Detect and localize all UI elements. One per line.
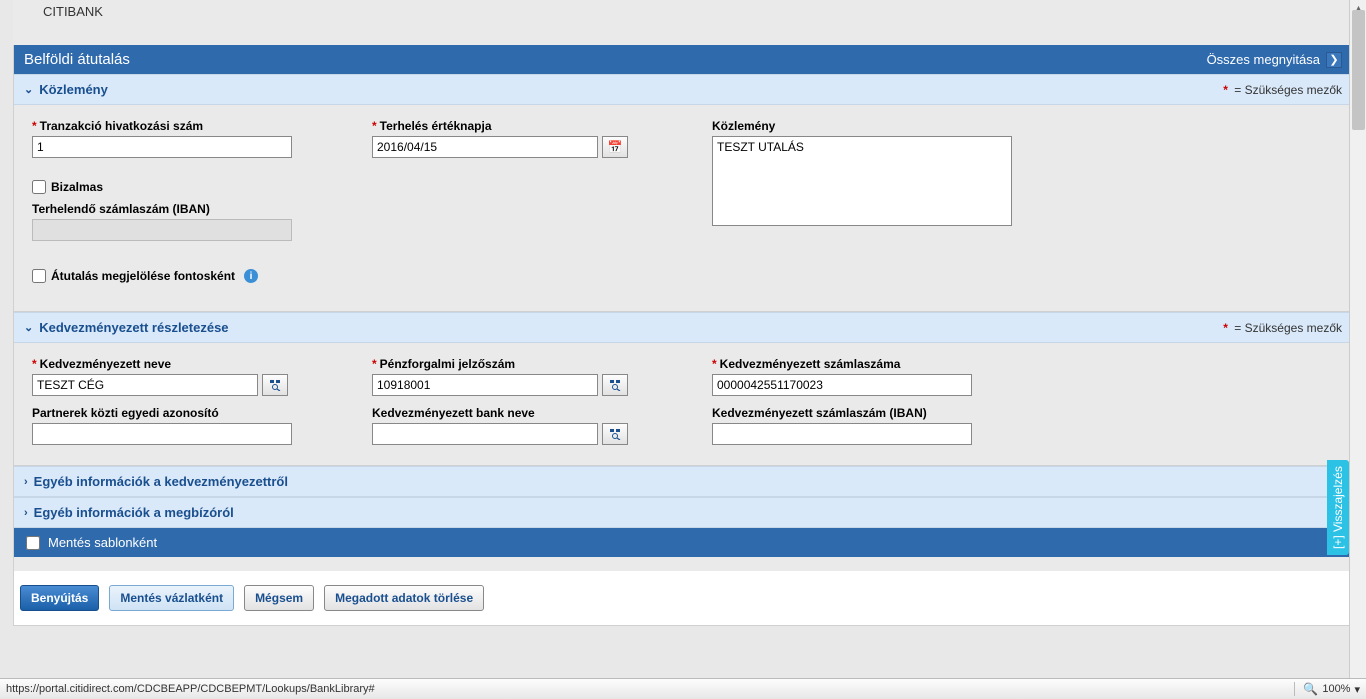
debit-iban-label: Terhelendő számlaszám (IBAN) <box>32 202 332 216</box>
calendar-icon[interactable]: 📅 <box>602 136 628 158</box>
partner-id-label: Partnerek közti egyedi azonosító <box>32 406 332 420</box>
mark-important-checkbox[interactable] <box>32 269 46 283</box>
required-fields-note: * = Szükséges mezők <box>1223 321 1342 335</box>
status-bar: https://portal.citidirect.com/CDCBEAPP/C… <box>0 678 1366 699</box>
chevron-down-icon: ⌄ <box>24 83 33 96</box>
chevron-right-icon: › <box>24 476 28 488</box>
cancel-button[interactable]: Mégsem <box>244 585 314 611</box>
section-title: Egyéb információk a kedvezményezettről <box>34 474 288 489</box>
status-url: https://portal.citidirect.com/CDCBEAPP/C… <box>6 683 375 695</box>
save-template-bar: Mentés sablonként <box>14 528 1352 557</box>
section-body-kozlemeny: *Tranzakció hivatkozási szám Bizalmas Te… <box>14 105 1352 312</box>
title-bar: Belföldi átutalás Összes megnyitása ❯ <box>14 45 1352 74</box>
section-title: Közlemény <box>39 82 108 97</box>
debit-date-input[interactable] <box>372 136 598 158</box>
bene-iban-input[interactable] <box>712 423 972 445</box>
debit-iban-input <box>32 219 292 241</box>
section-title: Kedvezményezett részletezése <box>39 320 228 335</box>
section-header-kedvezmenyezett[interactable]: ⌄ Kedvezményezett részletezése * = Szüks… <box>14 312 1352 343</box>
page-title: Belföldi átutalás <box>24 51 130 68</box>
bene-bank-name-input[interactable] <box>372 423 598 445</box>
save-template-label: Mentés sablonként <box>48 535 157 550</box>
bene-iban-label: Kedvezményezett számlaszám (IBAN) <box>712 406 1012 420</box>
submit-button[interactable]: Benyújtás <box>20 585 99 611</box>
asterisk-icon: * <box>1223 321 1228 335</box>
tr-ref-label: *Tranzakció hivatkozási szám <box>32 119 332 133</box>
save-template-checkbox[interactable] <box>26 536 40 550</box>
bene-bank-name-label: Kedvezményezett bank neve <box>372 406 672 420</box>
bank-code-input[interactable] <box>372 374 598 396</box>
mark-important-label: Átutalás megjelölése fontosként <box>51 269 235 283</box>
remarks-textarea[interactable] <box>712 136 1012 226</box>
bene-name-input[interactable] <box>32 374 258 396</box>
bene-name-label: *Kedvezményezett neve <box>32 357 332 371</box>
open-all-button[interactable]: Összes megnyitása ❯ <box>1207 52 1342 68</box>
chevron-right-icon: › <box>24 507 28 519</box>
magnifier-icon: 🔍 <box>1303 682 1318 696</box>
chevron-down-icon: ⌄ <box>24 321 33 334</box>
remarks-label: Közlemény <box>712 119 1012 133</box>
zoom-value: 100% <box>1322 683 1350 695</box>
section-header-egyeb-megbizo[interactable]: › Egyéb információk a megbízóról <box>14 497 1352 528</box>
debit-date-label: *Terhelés értéknapja <box>372 119 672 133</box>
feedback-tab[interactable]: [+] Visszajelzés <box>1327 460 1349 555</box>
lookup-icon[interactable] <box>262 374 288 396</box>
clear-button[interactable]: Megadott adatok törlése <box>324 585 484 611</box>
lookup-icon[interactable] <box>602 423 628 445</box>
lookup-icon[interactable] <box>602 374 628 396</box>
top-area: CITIBANK <box>13 0 1353 45</box>
bank-name-label: CITIBANK <box>43 4 103 19</box>
partner-id-input[interactable] <box>32 423 292 445</box>
required-fields-note: * = Szükséges mezők <box>1223 83 1342 97</box>
button-bar: Benyújtás Mentés vázlatként Mégsem Megad… <box>14 571 1352 625</box>
zoom-dropdown-icon[interactable]: ▾ <box>1354 683 1360 696</box>
section-header-egyeb-kedv[interactable]: › Egyéb információk a kedvezményezettről <box>14 466 1352 497</box>
bene-acct-input[interactable] <box>712 374 972 396</box>
confidential-checkbox[interactable] <box>32 180 46 194</box>
zoom-control[interactable]: 🔍 100% ▾ <box>1294 682 1360 696</box>
section-body-kedvezmenyezett: *Kedvezményezett neve Partnerek közti eg… <box>14 343 1352 466</box>
scroll-thumb[interactable] <box>1352 10 1365 130</box>
bene-acct-label: *Kedvezményezett számlaszáma <box>712 357 1012 371</box>
info-icon[interactable]: i <box>244 269 258 283</box>
section-header-kozlemeny[interactable]: ⌄ Közlemény * = Szükséges mezők <box>14 74 1352 105</box>
vertical-scrollbar[interactable]: ▴ ▾ <box>1349 0 1366 699</box>
confidential-label: Bizalmas <box>51 180 103 194</box>
asterisk-icon: * <box>1223 83 1228 97</box>
section-title: Egyéb információk a megbízóról <box>34 505 234 520</box>
form-panel: Belföldi átutalás Összes megnyitása ❯ ⌄ … <box>13 45 1353 626</box>
chevron-right-icon: ❯ <box>1326 52 1342 68</box>
bank-code-label: *Pénzforgalmi jelzőszám <box>372 357 672 371</box>
tr-ref-input[interactable] <box>32 136 292 158</box>
open-all-label: Összes megnyitása <box>1207 52 1320 67</box>
save-draft-button[interactable]: Mentés vázlatként <box>109 585 234 611</box>
